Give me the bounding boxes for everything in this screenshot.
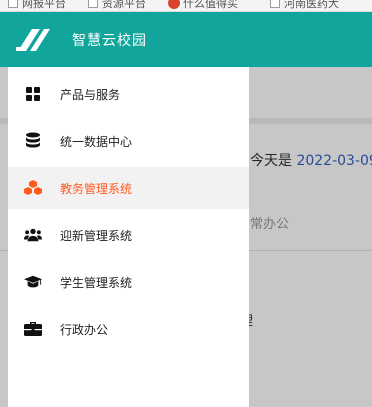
cubes-icon xyxy=(24,179,42,197)
menu-item-products-services[interactable]: 产品与服务 xyxy=(8,73,249,115)
database-icon xyxy=(24,132,42,150)
checkbox-icon xyxy=(270,0,280,8)
app-header: 智慧云校园 xyxy=(0,12,372,67)
bookmark-item[interactable]: 河南医药大 xyxy=(270,0,339,10)
bookmark-item[interactable]: 网报平台 xyxy=(8,0,66,10)
menu-item-student-management[interactable]: 学生管理系统 xyxy=(8,261,249,303)
logo-icon xyxy=(16,28,50,51)
menu-item-data-center[interactable]: 统一数据中心 xyxy=(8,120,249,162)
graduation-cap-icon xyxy=(24,273,42,291)
menu-item-academic-affairs[interactable]: 教务管理系统 xyxy=(8,167,249,209)
bookmark-bar: 网报平台 资源平台 什么值得买 河南医药大 xyxy=(0,0,372,12)
menu-item-label: 教务管理系统 xyxy=(60,181,133,196)
bookmark-item[interactable]: 什么值得买 xyxy=(168,0,238,10)
menu-item-label: 行政办公 xyxy=(60,322,109,337)
menu-item-label: 迎新管理系统 xyxy=(60,228,133,243)
checkbox-icon xyxy=(8,0,18,8)
menu-item-administrative-office[interactable]: 行政办公 xyxy=(8,308,249,350)
bookmark-item[interactable]: 资源平台 xyxy=(88,0,146,10)
menu-item-label: 学生管理系统 xyxy=(60,275,133,290)
menu-item-label: 产品与服务 xyxy=(60,87,121,102)
menu-item-label: 统一数据中心 xyxy=(60,134,133,149)
briefcase-icon xyxy=(24,320,42,338)
smzdm-icon xyxy=(168,0,180,9)
sidebar-menu: 产品与服务 统一数据中心 教务管理系统 迎新管理系统 学生管理系统 行政办公 xyxy=(8,67,249,407)
app-title: 智慧云校园 xyxy=(72,32,147,49)
grid-icon xyxy=(24,85,42,103)
users-icon xyxy=(24,226,42,244)
checkbox-icon xyxy=(88,0,98,8)
menu-item-freshman-enrollment[interactable]: 迎新管理系统 xyxy=(8,214,249,256)
